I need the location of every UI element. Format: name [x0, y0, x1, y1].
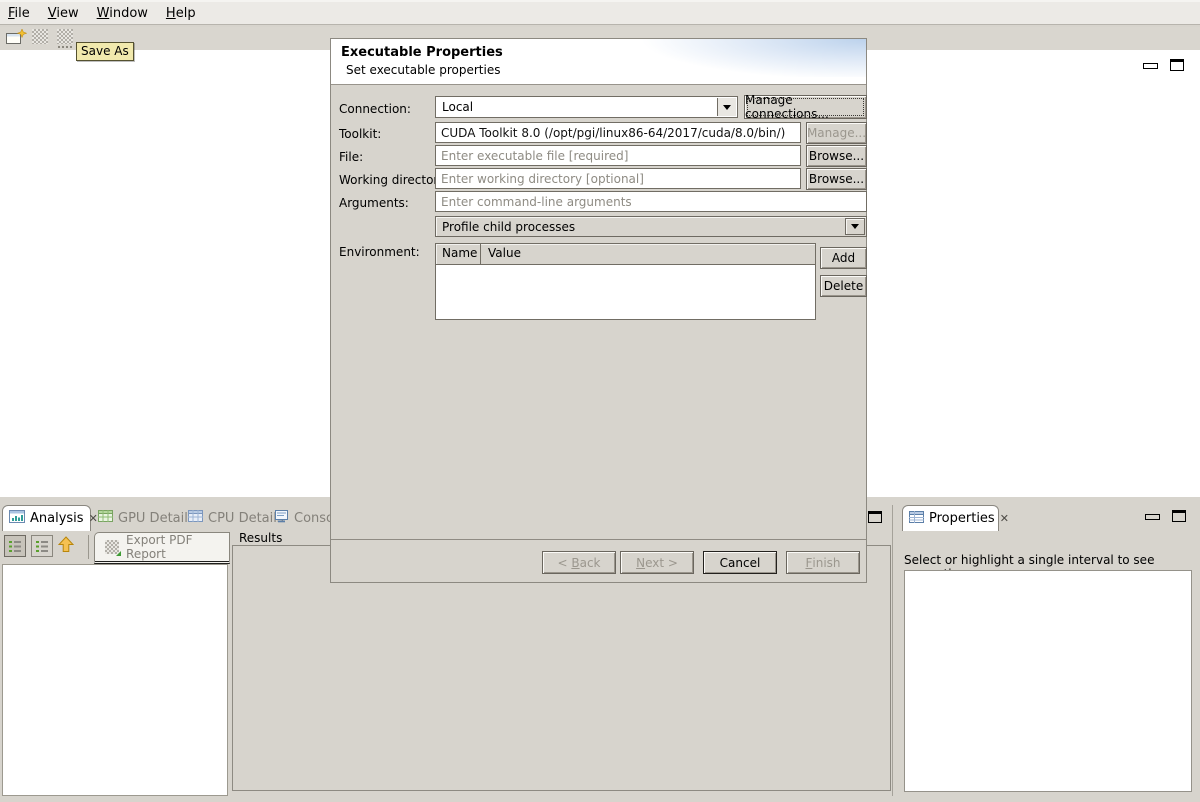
connection-dropdown-arrow[interactable]: [717, 98, 736, 116]
analysis-list-area[interactable]: [2, 564, 228, 796]
executable-properties-dialog: Executable Properties Set executable pro…: [330, 38, 867, 583]
tab-properties-label: Properties: [929, 511, 995, 526]
finish-button: Finish: [786, 551, 860, 574]
profile-child-processes-combo[interactable]: Profile child processes: [435, 216, 867, 237]
back-button: < Back: [542, 551, 616, 574]
arguments-input[interactable]: [435, 191, 867, 212]
editor-minimize-icon[interactable]: [1143, 63, 1158, 69]
results-group-label: Results: [236, 531, 285, 545]
gpu-details-tab-icon: [98, 510, 113, 526]
console-tab-icon: [274, 510, 289, 527]
export-pdf-icon: [105, 540, 119, 554]
export-pdf-label: Export PDF Report: [126, 533, 229, 561]
toolkit-input[interactable]: [435, 122, 801, 143]
working-directory-label: Working directory:: [339, 173, 449, 187]
dialog-subtitle: Set executable properties: [346, 63, 500, 77]
connection-label: Connection:: [339, 102, 411, 116]
tab-properties-close-icon[interactable]: ✕: [1000, 512, 1009, 525]
save-as-tooltip: Save As: [76, 42, 134, 61]
menu-help[interactable]: Help: [166, 6, 196, 21]
export-pdf-report-button[interactable]: Export PDF Report: [94, 532, 230, 564]
working-directory-input[interactable]: [435, 168, 801, 189]
save-as-icon: [57, 29, 73, 44]
dialog-header: Executable Properties Set executable pro…: [331, 39, 866, 85]
dialog-separator: [331, 539, 866, 540]
dialog-title: Executable Properties: [341, 45, 503, 60]
environment-label: Environment:: [339, 245, 420, 259]
profile-child-processes-value: Profile child processes: [442, 220, 575, 234]
menu-file[interactable]: File: [8, 6, 30, 21]
env-column-name[interactable]: Name: [436, 244, 481, 264]
properties-content-area[interactable]: [904, 570, 1192, 792]
properties-tab-icon: [909, 511, 924, 527]
dialog-header-gradient: [626, 39, 866, 77]
file-browse-button[interactable]: Browse...: [806, 145, 867, 167]
new-session-icon[interactable]: [6, 29, 27, 48]
file-label: File:: [339, 150, 363, 164]
tab-properties[interactable]: Properties ✕: [902, 505, 999, 531]
toolbar-separator: [88, 535, 89, 559]
env-delete-button[interactable]: Delete: [820, 275, 867, 297]
properties-maximize-icon[interactable]: [1172, 510, 1186, 522]
connection-value: Local: [442, 100, 473, 114]
file-input[interactable]: [435, 145, 801, 166]
analysis-panel-maximize-icon[interactable]: [868, 511, 882, 523]
cancel-button[interactable]: Cancel: [703, 551, 777, 574]
cpu-details-tab-icon: [188, 510, 203, 526]
analysis-tab-icon: [9, 510, 25, 527]
analysis-up-arrow-icon[interactable]: [58, 536, 74, 556]
environment-table[interactable]: Name Value: [435, 243, 816, 320]
connection-combo[interactable]: Local: [435, 96, 738, 118]
tab-analysis-label: Analysis: [30, 511, 84, 526]
toolkit-manage-button: Manage...: [806, 122, 867, 144]
env-column-value[interactable]: Value: [481, 244, 815, 264]
tab-analysis[interactable]: Analysis ✕: [2, 505, 91, 531]
editor-maximize-icon[interactable]: [1170, 59, 1184, 71]
toolkit-label: Toolkit:: [339, 127, 381, 141]
save-as-dropdown-dots: [58, 46, 72, 48]
env-add-button[interactable]: Add: [820, 247, 867, 269]
manage-connections-button[interactable]: Manage connections...: [744, 95, 867, 119]
environment-table-header: Name Value: [436, 244, 815, 265]
save-icon: [32, 29, 48, 44]
next-button: Next >: [620, 551, 694, 574]
workdir-browse-button[interactable]: Browse...: [806, 168, 867, 190]
menu-window[interactable]: Window: [97, 6, 148, 21]
analysis-guided-mode-button[interactable]: [4, 535, 26, 557]
properties-minimize-icon[interactable]: [1145, 514, 1160, 520]
analysis-unguided-mode-button[interactable]: [31, 535, 53, 557]
profile-dropdown-arrow[interactable]: [845, 218, 865, 235]
arguments-label: Arguments:: [339, 196, 409, 210]
menu-view[interactable]: View: [48, 6, 79, 21]
menu-bar: File View Window Help: [0, 0, 1200, 25]
